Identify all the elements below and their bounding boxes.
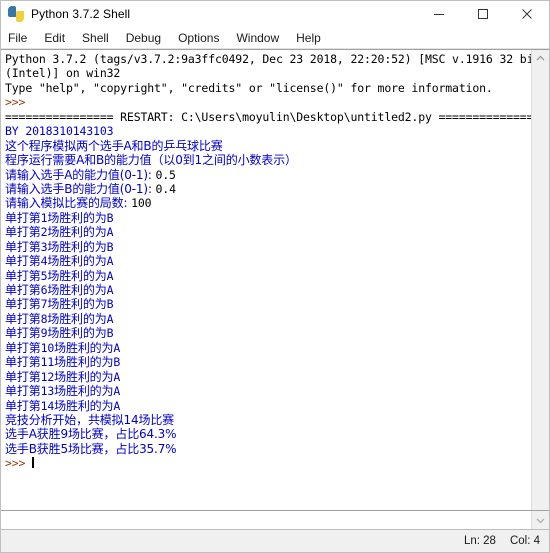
shell-output-text[interactable]: Python 3.7.2 (tags/v3.7.2:9a3ffc0492, De… [1,50,531,510]
window-title: Python 3.7.2 Shell [31,7,131,21]
menu-item-help[interactable]: Help [296,31,329,45]
window-controls [417,1,549,27]
close-button[interactable] [505,1,549,27]
menu-item-edit[interactable]: Edit [44,31,73,45]
shell-area: Python 3.7.2 (tags/v3.7.2:9a3ffc0492, De… [1,49,549,511]
python-logo-icon [8,6,24,22]
minimize-button[interactable] [417,1,461,27]
idle-shell-window: Python 3.7.2 Shell File Edit Shell Debug… [0,0,550,553]
menu-item-options[interactable]: Options [178,31,227,45]
status-bar: Ln: 28 Col: 4 [1,530,549,552]
menu-bar: File Edit Shell Debug Options Window Hel… [1,27,549,49]
vertical-scroll-track[interactable] [532,67,549,510]
menu-item-file[interactable]: File [8,31,35,45]
scroll-up-arrow-icon[interactable] [532,50,549,67]
menu-item-shell[interactable]: Shell [82,31,117,45]
status-line-number: Ln: 28 [463,535,496,547]
maximize-button[interactable] [461,1,505,27]
horizontal-scrollbar[interactable] [1,511,549,530]
title-bar: Python 3.7.2 Shell [1,1,549,27]
status-column-number: Col: 4 [509,535,540,547]
menu-item-debug[interactable]: Debug [126,31,169,45]
horizontal-scroll-track[interactable] [1,511,531,529]
vertical-scrollbar[interactable] [531,50,549,510]
menu-item-window[interactable]: Window [236,31,287,45]
scroll-down-arrow-icon[interactable] [531,511,549,529]
text-caret [32,457,35,469]
